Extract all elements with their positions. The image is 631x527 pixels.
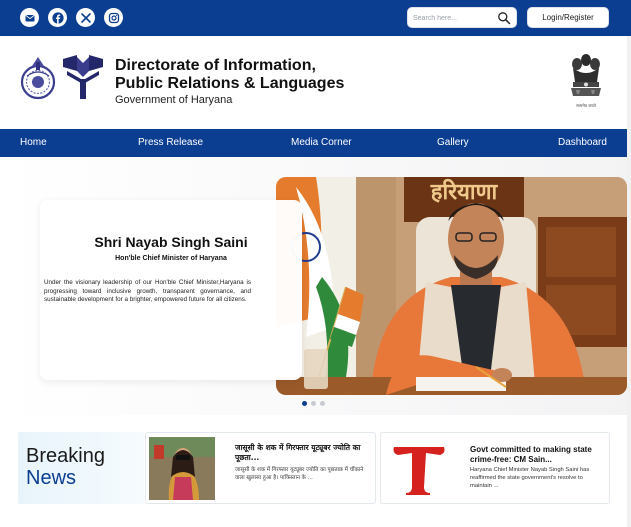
carousel-dot-3[interactable]: [320, 401, 325, 406]
news-headline-1: जासूसी के शक में गिरफ्तार यूट्यूबर ज्योत…: [235, 443, 361, 462]
instagram-icon[interactable]: [104, 8, 123, 27]
news-thumbnail-1: [149, 437, 215, 500]
carousel-dot-1[interactable]: [302, 401, 307, 406]
news-summary-1: जासूसी के शक में गिरफ्तार यूट्यूबर ज्योत…: [235, 467, 364, 481]
news-card-1[interactable]: जासूसी के शक में गिरफ्तार यूट्यूबर ज्योत…: [145, 432, 376, 504]
nav-home[interactable]: Home: [20, 129, 47, 157]
site-subtitle: Government of Haryana: [115, 94, 233, 106]
news-thumbnail-2: [384, 437, 454, 500]
search-box[interactable]: [407, 7, 517, 28]
tribune-logo-icon: [384, 437, 454, 500]
cm-info-card: Shri Nayab Singh Saini Hon'ble Chief Min…: [40, 200, 302, 380]
x-icon[interactable]: [76, 8, 95, 27]
news-headline-2: Govt committed to making state crime-fre…: [470, 445, 592, 464]
haryana-emblem-logo: [20, 57, 56, 100]
search-icon[interactable]: [497, 11, 511, 25]
nav-press-release[interactable]: Press Release: [138, 129, 203, 157]
nav-gallery[interactable]: Gallery: [437, 129, 469, 157]
facebook-icon[interactable]: [48, 8, 67, 27]
main-nav: Home Press Release Media Corner Gallery …: [0, 129, 627, 157]
nav-dashboard[interactable]: Dashboard: [558, 129, 607, 157]
emblem-caption: सत्यमेव जयते: [576, 103, 596, 108]
dipr-logo: [63, 55, 103, 99]
news-summary-2: Haryana Chief Minister Nayab Singh Saini…: [470, 467, 590, 489]
news-word: News: [26, 467, 77, 489]
carousel-dots: [302, 401, 325, 406]
cm-description: Under the visionary leadership of our Ho…: [44, 279, 251, 304]
cm-name: Shri Nayab Singh Saini: [94, 234, 248, 250]
cm-photo: हरियाणा: [276, 177, 627, 395]
page-scrollbar[interactable]: [627, 36, 631, 527]
page: Login/Register Directorate of Informatio…: [0, 0, 631, 527]
cm-role: Hon'ble Chief Minister of Haryana: [115, 255, 227, 262]
wall-text: हरियाणा: [430, 178, 499, 205]
carousel-dot-2[interactable]: [311, 401, 316, 406]
breaking-news-label: Breaking News: [18, 432, 144, 504]
site-title-line1: Directorate of Information,: [115, 57, 316, 74]
search-input[interactable]: [413, 11, 497, 25]
news-card-2[interactable]: Govt committed to making state crime-fre…: [380, 432, 610, 504]
breaking-word: Breaking: [26, 445, 105, 467]
nav-media-corner[interactable]: Media Corner: [291, 129, 352, 157]
top-bar: Login/Register: [0, 0, 631, 36]
national-emblem-logo: [571, 54, 601, 96]
site-title-line2: Public Relations & Languages: [115, 75, 345, 92]
email-icon[interactable]: [20, 8, 39, 27]
login-register-button[interactable]: Login/Register: [527, 7, 609, 28]
